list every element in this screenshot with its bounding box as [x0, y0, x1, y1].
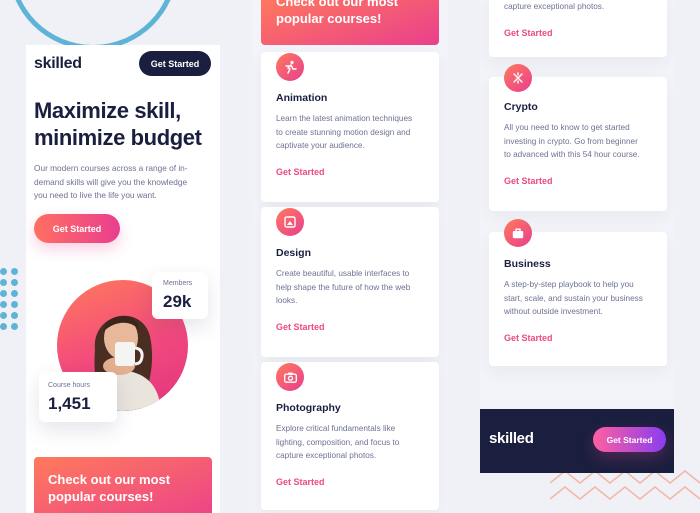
description-line: to create stunning motion design and: [276, 127, 411, 137]
course-get-started-link[interactable]: Get Started: [504, 28, 553, 38]
banner-text: Check out our most popular courses!: [48, 471, 208, 505]
course-description: Learn the latest animation techniques to…: [276, 112, 428, 153]
description-line: All you need to know to get started: [504, 123, 630, 132]
description-line: you need to live the life you want.: [34, 190, 157, 200]
banner-line: Check out our most: [276, 0, 399, 9]
headline-line: Maximize skill,: [34, 98, 181, 123]
description-line: Create beautiful, usable interfaces to: [276, 269, 410, 278]
description-line: without outside investment.: [504, 307, 603, 316]
description-line: Learn the latest animation techniques: [276, 114, 413, 123]
camera-icon: [276, 363, 304, 391]
course-description: Create beautiful, usable interfaces to h…: [276, 267, 428, 308]
description-line: captivate your audience.: [276, 141, 365, 150]
course-hours-stat-card: Course hours 1,451: [39, 372, 117, 422]
popular-courses-banner: Check out our most popular courses!: [34, 457, 212, 513]
course-hours-label: Course hours: [48, 382, 91, 389]
animation-icon: [276, 53, 304, 81]
headline-line: minimize budget: [34, 125, 202, 150]
course-card-animation: Animation Learn the latest animation tec…: [261, 52, 439, 202]
course-card-crypto: Crypto All you need to know to get start…: [489, 64, 667, 211]
course-description: capture exceptional photos.: [504, 2, 605, 11]
header-get-started-button[interactable]: Get Started: [139, 51, 211, 76]
course-card-design: Design Create beautiful, usable interfac…: [261, 207, 439, 357]
course-description: All you need to know to get started inve…: [504, 121, 656, 162]
course-title: Design: [276, 247, 312, 259]
course-title: Photography: [276, 402, 341, 414]
footer: skilled Get Started: [480, 409, 674, 473]
description-line: demand skills will give you the knowledg…: [34, 176, 188, 187]
popular-courses-banner: Check out our most popular courses!: [261, 0, 439, 45]
hero-column: skilled Get Started Maximize skill, mini…: [26, 45, 220, 513]
course-card-photography-tail: capture exceptional photos. Get Started: [489, 0, 667, 57]
course-description: A step-by-step playbook to help you star…: [504, 278, 656, 319]
description-line: A step-by-step playbook to help you: [504, 280, 634, 289]
description-line: Explore critical fundamentals like: [276, 424, 396, 433]
hero-headline: Maximize skill, minimize budget: [34, 97, 219, 151]
design-icon: [276, 208, 304, 236]
course-hours-value: 1,451: [48, 394, 91, 413]
description-line: capture exceptional photos.: [276, 451, 377, 460]
briefcase-icon: [504, 219, 532, 247]
logo[interactable]: skilled: [34, 55, 82, 73]
course-get-started-link[interactable]: Get Started: [504, 176, 553, 186]
course-title: Crypto: [504, 101, 538, 113]
members-value: 29k: [163, 292, 192, 311]
members-label: Members: [163, 280, 193, 287]
hero-get-started-button[interactable]: Get Started: [34, 214, 120, 243]
courses-column: Check out our most popular courses! Anim…: [252, 0, 448, 513]
hero-description: Our modern courses across a range of in-…: [34, 162, 210, 203]
banner-line: popular courses!: [48, 489, 154, 504]
description-line: help shape the future of how the web: [276, 282, 411, 292]
course-description: Explore critical fundamentals like light…: [276, 422, 428, 463]
members-stat-card: Members 29k: [152, 272, 208, 319]
course-get-started-link[interactable]: Get Started: [276, 322, 325, 332]
course-get-started-link[interactable]: Get Started: [276, 477, 325, 487]
footer-get-started-button[interactable]: Get Started: [593, 427, 666, 452]
banner-text: Check out our most popular courses!: [276, 0, 436, 27]
description-line: start, scale, and sustain your business: [504, 293, 643, 303]
decorative-arc: [8, 0, 178, 50]
course-card-photography: Photography Explore critical fundamental…: [261, 362, 439, 510]
course-get-started-link[interactable]: Get Started: [276, 167, 325, 177]
description-line: looks.: [276, 296, 298, 305]
decorative-dots: [0, 268, 26, 338]
banner-line: popular courses!: [276, 11, 382, 26]
description-line: lighting, composition, and focus to: [276, 437, 400, 447]
banner-line: Check out our most: [48, 472, 171, 487]
description-line: to advanced with this 54 hour course.: [504, 150, 640, 159]
crypto-icon: [504, 64, 532, 92]
description-line: Our modern courses across a range of in-: [34, 163, 188, 173]
course-get-started-link[interactable]: Get Started: [504, 333, 553, 343]
description-line: investing in crypto. Go from beginner: [504, 136, 638, 146]
course-title: Animation: [276, 92, 328, 104]
course-title: Business: [504, 258, 551, 270]
courses-column-2: capture exceptional photos. Get Started …: [480, 0, 674, 473]
footer-logo[interactable]: skilled: [489, 430, 534, 447]
course-card-business: Business A step-by-step playbook to help…: [489, 219, 667, 366]
